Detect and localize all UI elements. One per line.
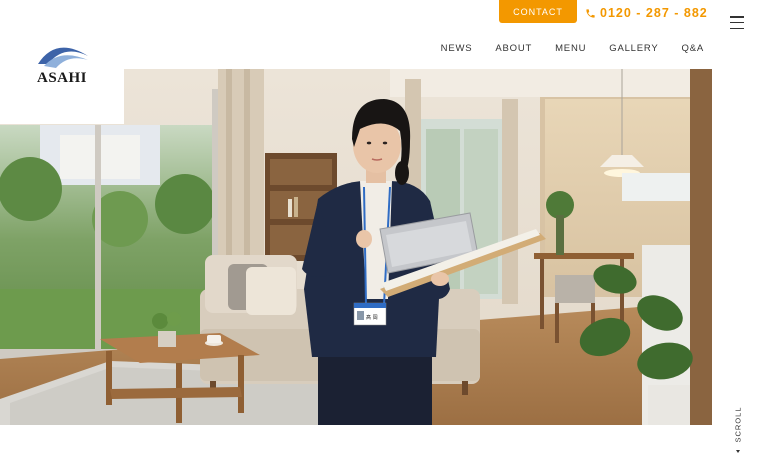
nav-news[interactable]: NEWS: [441, 43, 473, 54]
logo-text: ASAHI: [36, 70, 87, 86]
scroll-label: SCROLL: [733, 406, 743, 443]
phone-icon: [586, 8, 595, 18]
scroll-indicator[interactable]: SCROLL: [734, 404, 744, 456]
nav-about[interactable]: ABOUT: [495, 43, 532, 54]
nav-menu[interactable]: MENU: [555, 43, 586, 54]
phone-link[interactable]: 0120 - 287 - 882: [585, 5, 708, 21]
scroll-down-icon: [736, 450, 740, 453]
logo-arc-icon: [38, 47, 88, 68]
nav-gallery[interactable]: GALLERY: [609, 43, 658, 54]
main-nav: NEWS ABOUT MENU GALLERY Q&A: [441, 41, 704, 55]
menu-icon[interactable]: [730, 16, 744, 29]
nav-qa[interactable]: Q&A: [682, 43, 704, 54]
name-badge: 髙 岡: [366, 314, 378, 321]
contact-button[interactable]: CONTACT: [499, 0, 577, 23]
phone-number: 0120 - 287 - 882: [600, 6, 708, 20]
logo[interactable]: ASAHI: [0, 0, 124, 124]
